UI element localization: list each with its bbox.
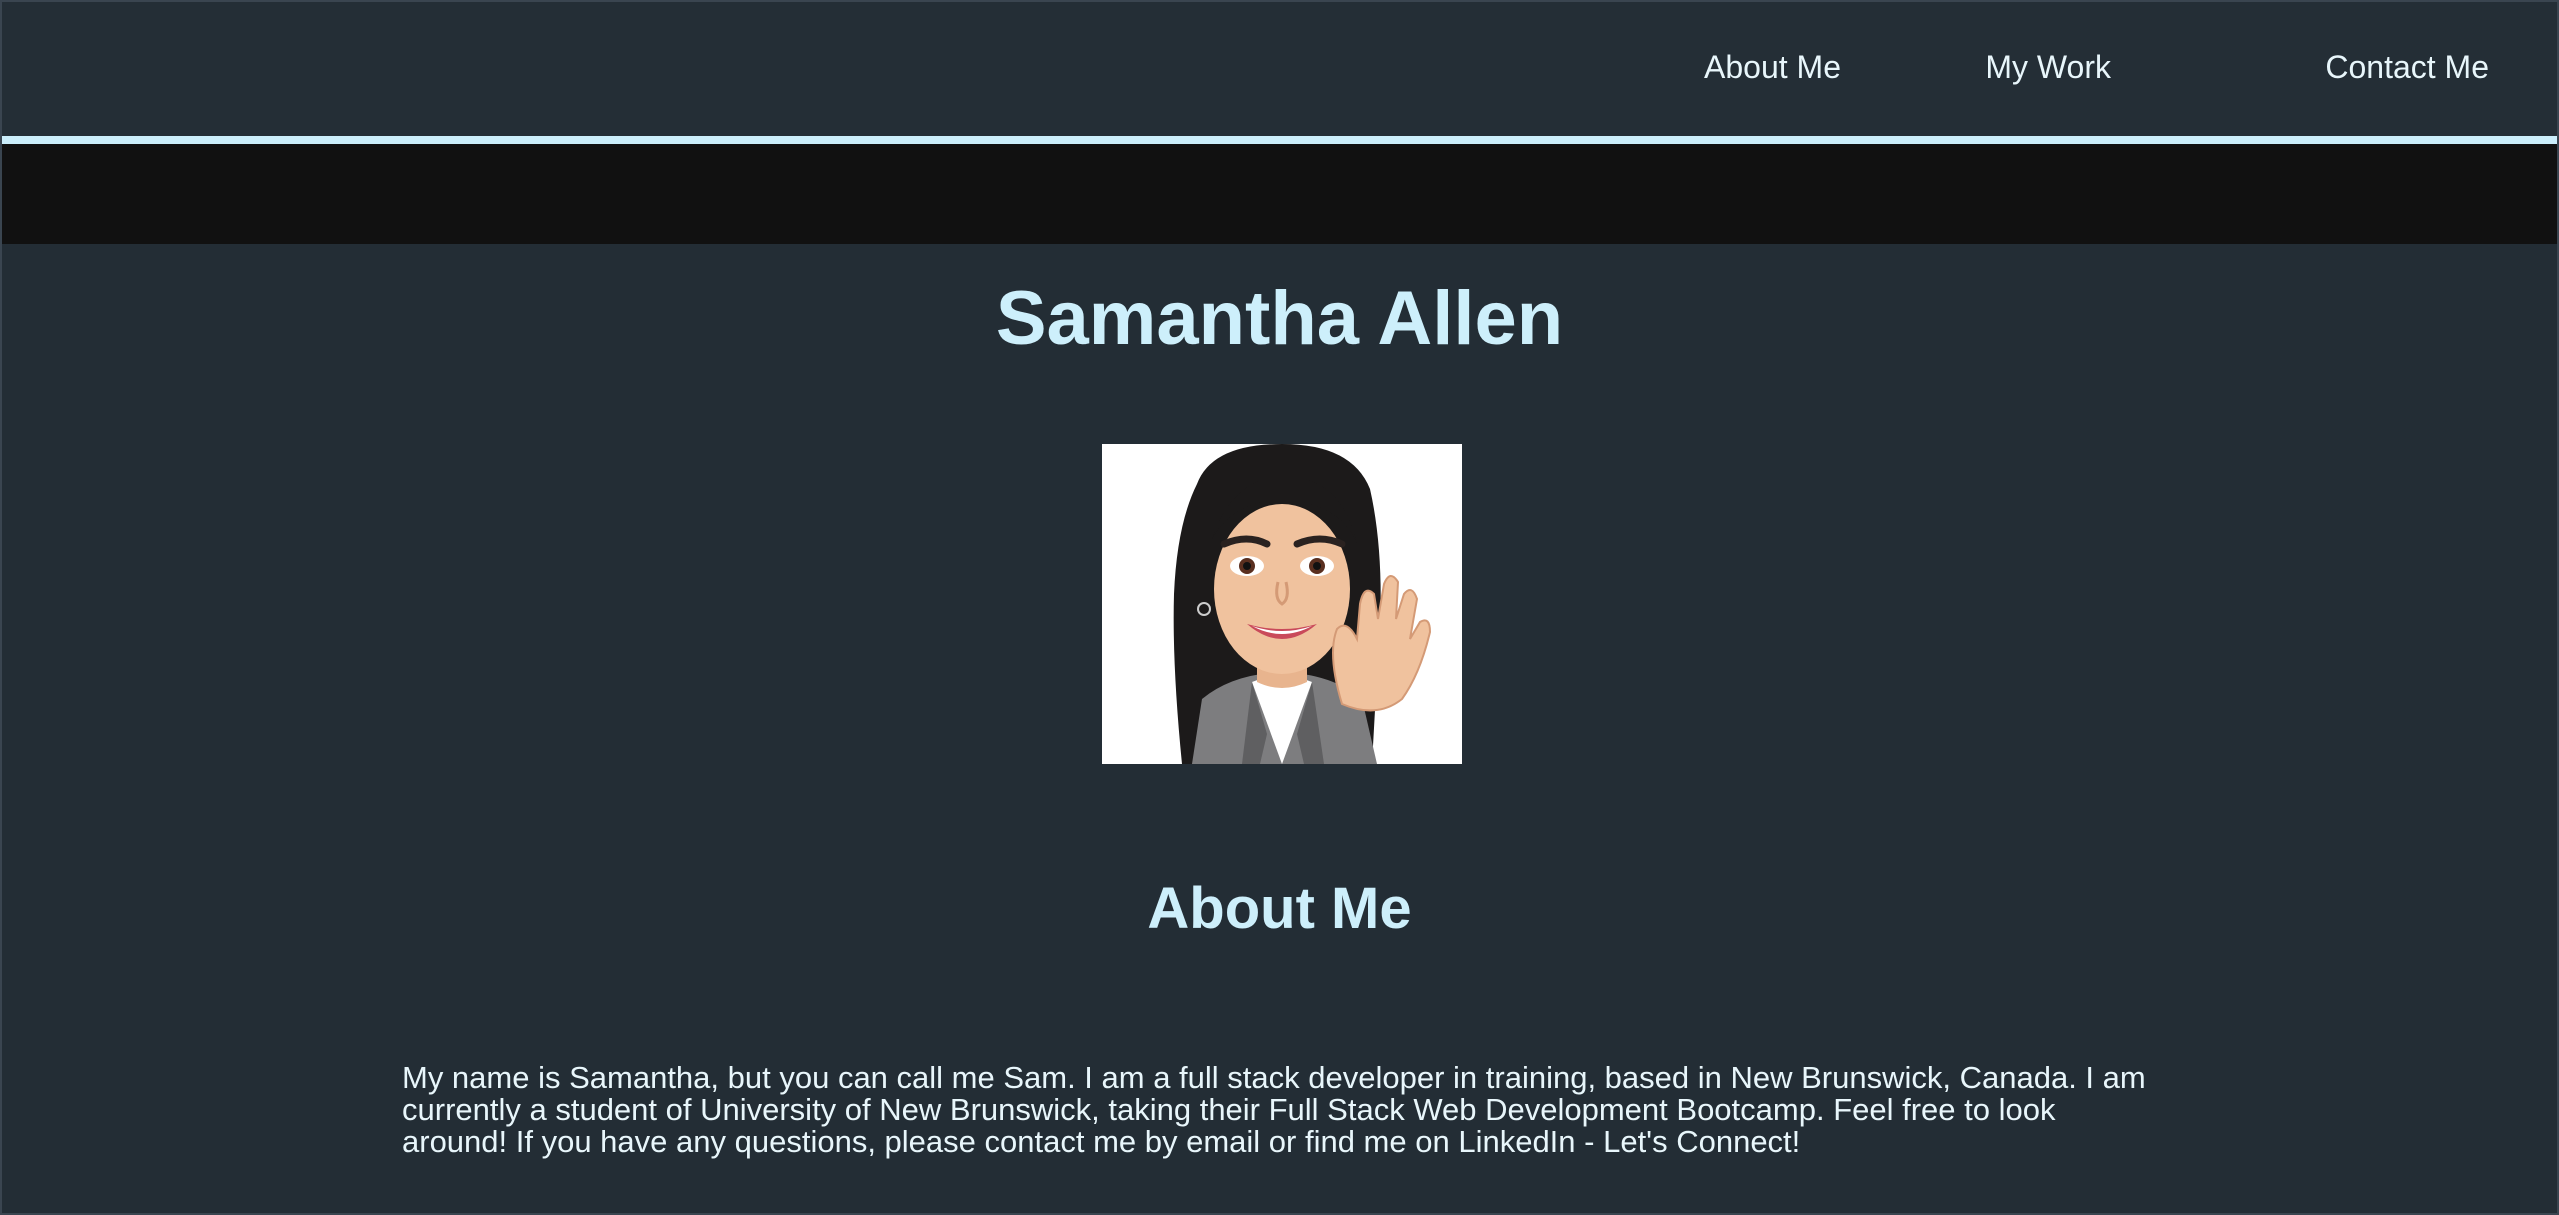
memoji-avatar-icon [1173, 444, 1432, 764]
about-me-bio: My name is Samantha, but you can call me… [402, 1060, 2146, 1159]
portfolio-page: About Me My Work Contact Me Samantha All… [0, 0, 2559, 1215]
avatar [1102, 444, 1462, 764]
navbar: About Me My Work Contact Me [2, 2, 2557, 136]
about-me-heading: About Me [1147, 876, 1412, 941]
nav-link-my-work[interactable]: My Work [1985, 49, 2111, 86]
navbar-divider [2, 136, 2557, 144]
nav-link-contact-me[interactable]: Contact Me [2325, 49, 2489, 86]
header-band [2, 144, 2557, 244]
page-title: Samantha Allen [995, 276, 1564, 361]
nav-link-about-me[interactable]: About Me [1704, 49, 1841, 86]
